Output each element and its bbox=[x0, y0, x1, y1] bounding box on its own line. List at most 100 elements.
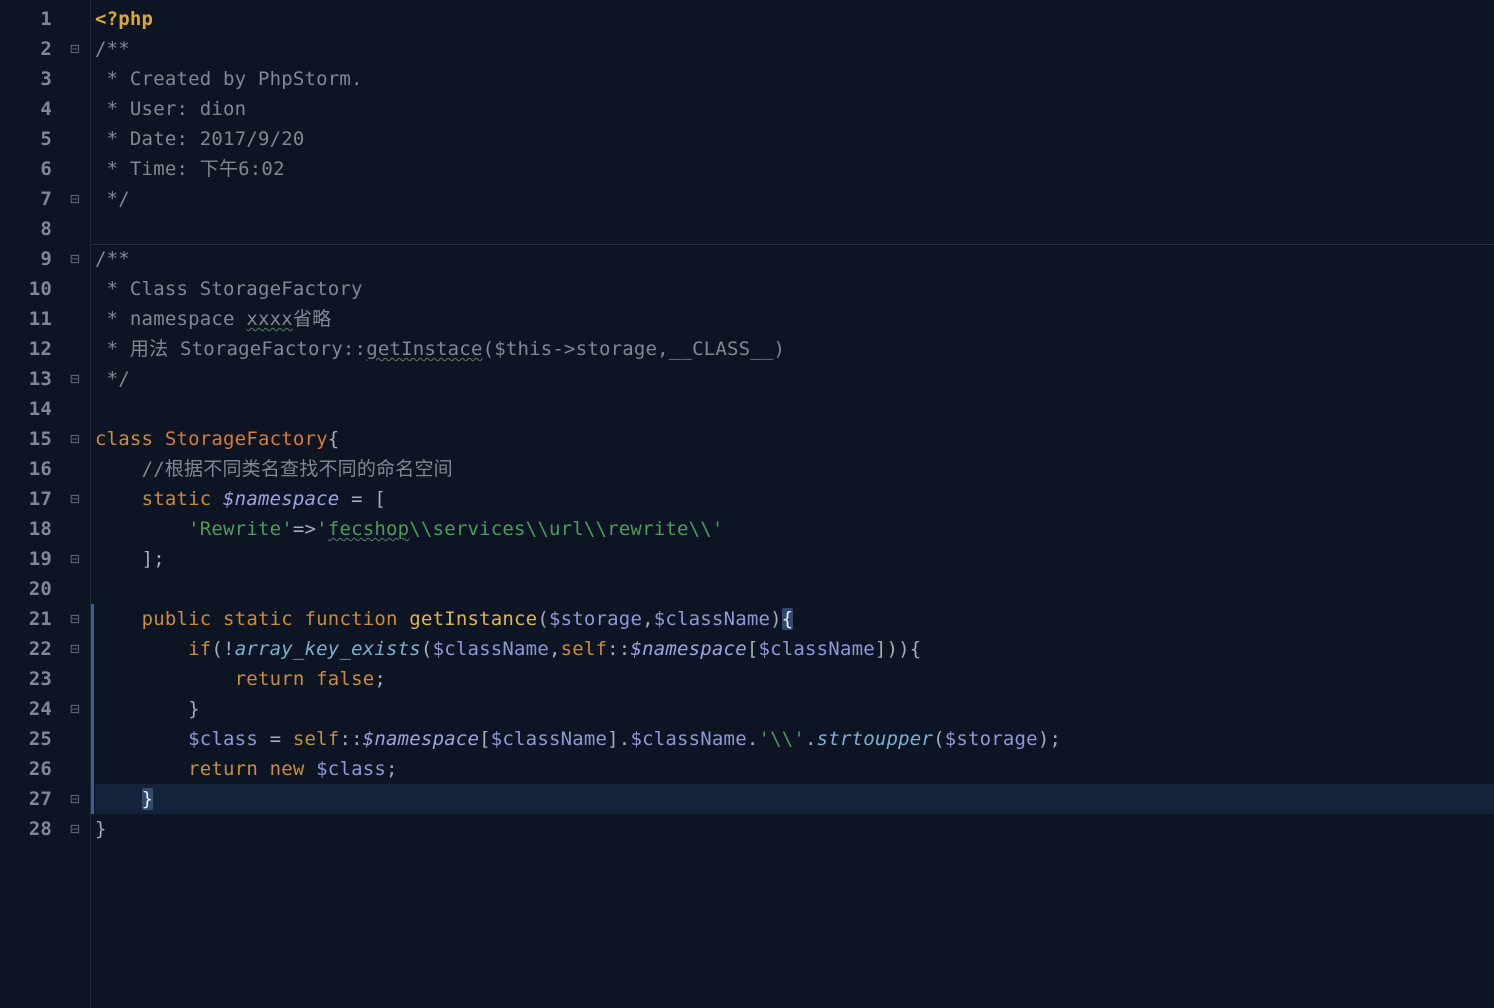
vcs-change-marker[interactable] bbox=[91, 694, 94, 724]
code-line[interactable]: /** bbox=[95, 244, 1494, 274]
doc-comment: * User: dion bbox=[95, 98, 246, 120]
code-line[interactable]: //根据不同类名查找不同的命名空间 bbox=[95, 454, 1494, 484]
code-line[interactable] bbox=[95, 574, 1494, 604]
fold-marker[interactable]: ⊟ bbox=[60, 484, 90, 514]
doc-comment: ($this->storage,__CLASS__) bbox=[483, 338, 786, 360]
brace: } bbox=[95, 818, 107, 840]
code-line[interactable]: * namespace xxxx省略 bbox=[95, 304, 1494, 334]
line-number: 21 bbox=[0, 604, 60, 634]
string: '\\' bbox=[758, 728, 805, 750]
code-line[interactable]: 'Rewrite'=>'fecshop\\services\\url\\rewr… bbox=[95, 514, 1494, 544]
code-line[interactable]: * Time: 下午6:02 bbox=[95, 154, 1494, 184]
class-name: StorageFactory bbox=[165, 428, 328, 450]
code-line[interactable]: } bbox=[95, 694, 1494, 724]
semicolon: ; bbox=[374, 668, 386, 690]
fold-marker[interactable] bbox=[60, 664, 90, 694]
fold-marker[interactable]: ⊟ bbox=[60, 694, 90, 724]
code-line[interactable] bbox=[95, 214, 1494, 244]
code-line[interactable]: * User: dion bbox=[95, 94, 1494, 124]
fold-marker[interactable]: ⊟ bbox=[60, 244, 90, 274]
line-number: 12 bbox=[0, 334, 60, 364]
vcs-change-marker[interactable] bbox=[91, 664, 94, 694]
code-line[interactable] bbox=[95, 394, 1494, 424]
bracket: [ bbox=[747, 638, 759, 660]
fold-marker[interactable] bbox=[60, 514, 90, 544]
paren: ) bbox=[770, 608, 782, 630]
code-line[interactable]: return false; bbox=[95, 664, 1494, 694]
code-text-area[interactable]: <?php /** * Created by PhpStorm. * User:… bbox=[90, 0, 1494, 1008]
fold-marker[interactable] bbox=[60, 454, 90, 484]
fold-marker[interactable]: ⊟ bbox=[60, 424, 90, 454]
bracket-dot: ]. bbox=[607, 728, 630, 750]
variable: $storage bbox=[945, 728, 1038, 750]
fold-marker[interactable]: ⊟ bbox=[60, 604, 90, 634]
code-line[interactable]: static $namespace = [ bbox=[95, 484, 1494, 514]
fold-marker[interactable] bbox=[60, 724, 90, 754]
fold-marker[interactable]: ⊟ bbox=[60, 634, 90, 664]
line-number: 9 bbox=[0, 244, 60, 274]
fold-marker[interactable] bbox=[60, 274, 90, 304]
code-line[interactable]: return new $class; bbox=[95, 754, 1494, 784]
code-line[interactable]: */ bbox=[95, 364, 1494, 394]
code-line[interactable]: * Date: 2017/9/20 bbox=[95, 124, 1494, 154]
paren: ( bbox=[421, 638, 433, 660]
code-line[interactable]: } bbox=[95, 814, 1494, 844]
literal-false: false bbox=[316, 668, 374, 690]
operator: . bbox=[805, 728, 817, 750]
code-line[interactable]: $class = self::$namespace[$className].$c… bbox=[95, 724, 1494, 754]
code-line[interactable]: * Class StorageFactory bbox=[95, 274, 1494, 304]
builtin-function: strtoupper bbox=[817, 728, 933, 750]
doc-comment: /** bbox=[95, 248, 130, 270]
fold-marker[interactable]: ⊟ bbox=[60, 784, 90, 814]
code-editor[interactable]: 1 2 3 4 5 6 7 8 9 10 11 12 13 14 15 16 1… bbox=[0, 0, 1494, 1008]
fold-marker[interactable]: ⊟ bbox=[60, 184, 90, 214]
vcs-change-marker[interactable] bbox=[91, 784, 94, 814]
fold-marker[interactable] bbox=[60, 394, 90, 424]
vcs-change-marker[interactable] bbox=[91, 724, 94, 754]
fold-marker[interactable]: ⊟ bbox=[60, 364, 90, 394]
variable: $className bbox=[630, 728, 746, 750]
line-number: 24 bbox=[0, 694, 60, 724]
semicolon: ; bbox=[386, 758, 398, 780]
code-line[interactable]: * Created by PhpStorm. bbox=[95, 64, 1494, 94]
variable: $class bbox=[188, 728, 258, 750]
code-line[interactable]: * 用法 StorageFactory::getInstace($this->s… bbox=[95, 334, 1494, 364]
line-number: 25 bbox=[0, 724, 60, 754]
vcs-change-marker[interactable] bbox=[91, 754, 94, 784]
keyword-return: return bbox=[235, 668, 316, 690]
code-line[interactable]: class StorageFactory{ bbox=[95, 424, 1494, 454]
vcs-change-marker[interactable] bbox=[91, 634, 94, 664]
doc-comment: */ bbox=[95, 188, 130, 210]
fold-marker[interactable] bbox=[60, 64, 90, 94]
fold-marker[interactable] bbox=[60, 94, 90, 124]
code-line[interactable]: */ bbox=[95, 184, 1494, 214]
code-line[interactable]: if(!array_key_exists($className,self::$n… bbox=[95, 634, 1494, 664]
keyword-static: static bbox=[223, 608, 304, 630]
fold-marker[interactable] bbox=[60, 154, 90, 184]
code-line[interactable]: ]; bbox=[95, 544, 1494, 574]
fold-marker[interactable] bbox=[60, 574, 90, 604]
builtin-function: array_key_exists bbox=[235, 638, 421, 660]
paren: ( bbox=[933, 728, 945, 750]
fold-marker[interactable] bbox=[60, 124, 90, 154]
fold-marker[interactable] bbox=[60, 214, 90, 244]
fold-marker[interactable] bbox=[60, 304, 90, 334]
code-line[interactable]: /** bbox=[95, 34, 1494, 64]
code-line[interactable]: <?php bbox=[95, 4, 1494, 34]
doc-comment: * Created by PhpStorm. bbox=[95, 68, 363, 90]
vcs-change-marker[interactable] bbox=[91, 604, 94, 634]
bracket: ] bbox=[875, 638, 887, 660]
fold-marker[interactable] bbox=[60, 754, 90, 784]
code-line[interactable]: } bbox=[95, 784, 1494, 814]
fold-marker[interactable]: ⊟ bbox=[60, 34, 90, 64]
doc-comment: /** bbox=[95, 38, 130, 60]
comma: , bbox=[642, 608, 654, 630]
fold-marker[interactable] bbox=[60, 334, 90, 364]
code-line[interactable]: public static function getInstance($stor… bbox=[95, 604, 1494, 634]
line-number: 18 bbox=[0, 514, 60, 544]
fold-marker[interactable]: ⊟ bbox=[60, 544, 90, 574]
fold-marker[interactable]: ⊟ bbox=[60, 814, 90, 844]
line-number: 5 bbox=[0, 124, 60, 154]
fold-marker[interactable] bbox=[60, 4, 90, 34]
doc-comment: * 用法 StorageFactory:: bbox=[95, 338, 366, 360]
